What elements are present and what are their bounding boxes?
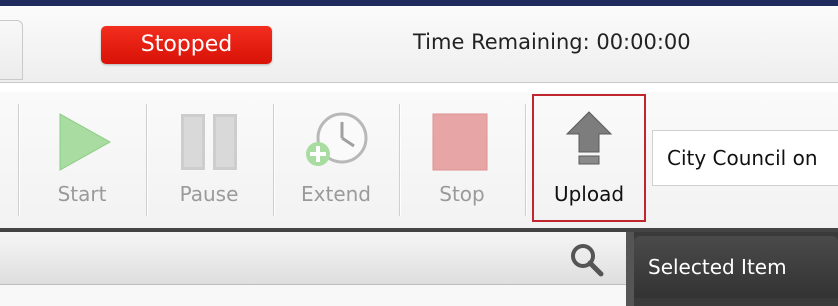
toolbar-separator	[525, 104, 526, 216]
stop-button[interactable]: Stop	[410, 96, 514, 228]
pause-icon	[157, 108, 261, 172]
stop-icon	[410, 108, 514, 172]
upload-label: Upload	[553, 182, 625, 206]
start-label: Start	[57, 182, 107, 206]
toolbar-separator	[399, 104, 400, 216]
toolbar-separator	[146, 104, 147, 216]
pane-divider[interactable]	[626, 232, 634, 306]
upload-arrow-icon	[537, 108, 641, 172]
meeting-name-field[interactable]: City Council on	[652, 130, 838, 186]
toolbar-separator	[273, 104, 274, 216]
status-badge: Stopped	[101, 26, 272, 64]
start-button[interactable]: Start	[30, 96, 134, 228]
toolbar-separator	[18, 104, 19, 216]
left-tab[interactable]	[0, 20, 23, 80]
upload-button[interactable]: Upload	[537, 96, 641, 228]
extend-label: Extend	[301, 182, 371, 206]
left-pane-body	[0, 285, 626, 306]
stop-label: Stop	[439, 182, 485, 206]
extend-button[interactable]: Extend	[284, 96, 388, 228]
play-icon	[30, 108, 134, 172]
clock-plus-icon	[284, 108, 388, 172]
pause-button[interactable]: Pause	[157, 96, 261, 228]
pause-label: Pause	[179, 182, 239, 206]
search-icon[interactable]	[565, 240, 609, 280]
tab-selected-item[interactable]: Selected Item	[634, 236, 838, 298]
left-pane-header	[0, 232, 626, 285]
time-remaining: Time Remaining: 00:00:00	[413, 30, 691, 54]
